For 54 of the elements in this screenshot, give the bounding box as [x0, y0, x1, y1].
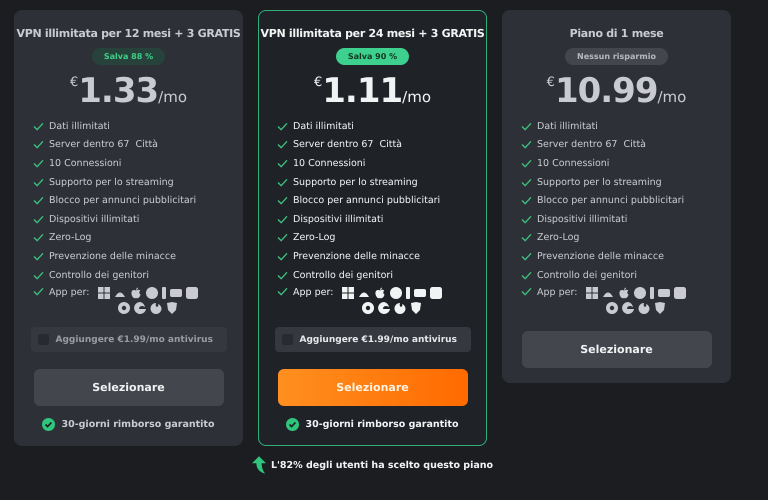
- feature-text: Zero-Log: [537, 232, 580, 244]
- currency-symbol: €: [314, 75, 322, 90]
- feature-text: Blocco per annunci pubblicitari: [49, 195, 196, 206]
- price-unit: /mo: [158, 88, 187, 106]
- price-amount: 1.11: [322, 71, 402, 111]
- feature-text: Controllo dei genitori: [49, 270, 149, 281]
- feature-text: 10 Connessioni: [537, 158, 610, 169]
- feature-text: Supporto per lo streaming: [49, 176, 174, 188]
- feature-text: Prevenzione delle minacce: [537, 250, 664, 262]
- price-unit: /mo: [402, 88, 431, 106]
- select-button[interactable]: Selezionare: [34, 369, 224, 406]
- plan-title: Piano di 1 mese: [570, 27, 664, 40]
- feature-text: Dispositivi illimitati: [537, 214, 628, 225]
- feature-text: App per:: [49, 287, 90, 298]
- feature-text: Server dentro 67 Città: [293, 139, 402, 150]
- popular-note: L'82% degli utenti ha scelto questo piano: [270, 460, 494, 471]
- plan-title: VPN illimitata per 24 mesi + 3 GRATIS: [260, 27, 485, 40]
- price-amount: 10.99: [554, 71, 658, 111]
- feature-text: Dati illimitati: [293, 120, 354, 132]
- feature-text: 10 Connessioni: [293, 158, 366, 169]
- price-unit: /mo: [657, 88, 686, 106]
- feature-text: Supporto per lo streaming: [293, 176, 418, 188]
- feature-text: Prevenzione delle minacce: [293, 250, 420, 262]
- feature-text: Zero-Log: [293, 232, 336, 244]
- feature-text: Dati illimitati: [49, 120, 110, 132]
- feature-text: Controllo dei genitori: [293, 270, 393, 281]
- feature-text: Blocco per annunci pubblicitari: [537, 195, 684, 206]
- guarantee-text: 30-giorni rimborso garantito: [305, 419, 459, 430]
- feature-text: App per:: [293, 287, 334, 298]
- feature-text: Server dentro 67 Città: [537, 139, 646, 150]
- feature-text: Prevenzione delle minacce: [49, 250, 176, 262]
- savings-badge: Salva 88 %: [92, 48, 166, 65]
- feature-text: Controllo dei genitori: [537, 270, 637, 281]
- currency-symbol: €: [70, 75, 78, 90]
- savings-badge: Nessun risparmio: [565, 48, 668, 65]
- feature-text: 10 Connessioni: [49, 158, 122, 169]
- currency-symbol: €: [546, 75, 555, 90]
- antivirus-label: Aggiungere €1.99/mo antivirus: [300, 334, 457, 345]
- feature-text: Blocco per annunci pubblicitari: [293, 195, 440, 206]
- feature-text: Supporto per lo streaming: [537, 176, 662, 188]
- feature-text: Server dentro 67 Città: [49, 139, 158, 150]
- guarantee-text: 30-giorni rimborso garantito: [61, 419, 215, 430]
- savings-badge: Salva 90 %: [336, 48, 410, 65]
- feature-text: Zero-Log: [49, 232, 92, 244]
- antivirus-option[interactable]: Aggiungere €1.99/mo antivirus: [30, 327, 226, 352]
- antivirus-option[interactable]: Aggiungere €1.99/mo antivirus: [274, 327, 470, 352]
- price-amount: 1.33: [78, 71, 158, 111]
- select-button[interactable]: Selezionare: [522, 331, 712, 368]
- feature-text: Dati illimitati: [537, 120, 598, 132]
- antivirus-label: Aggiungere €1.99/mo antivirus: [56, 334, 213, 345]
- feature-text: App per:: [537, 287, 578, 298]
- plan-title: VPN illimitata per 12 mesi + 3 GRATIS: [16, 27, 241, 40]
- feature-text: Dispositivi illimitati: [293, 214, 384, 225]
- feature-text: Dispositivi illimitati: [49, 214, 140, 225]
